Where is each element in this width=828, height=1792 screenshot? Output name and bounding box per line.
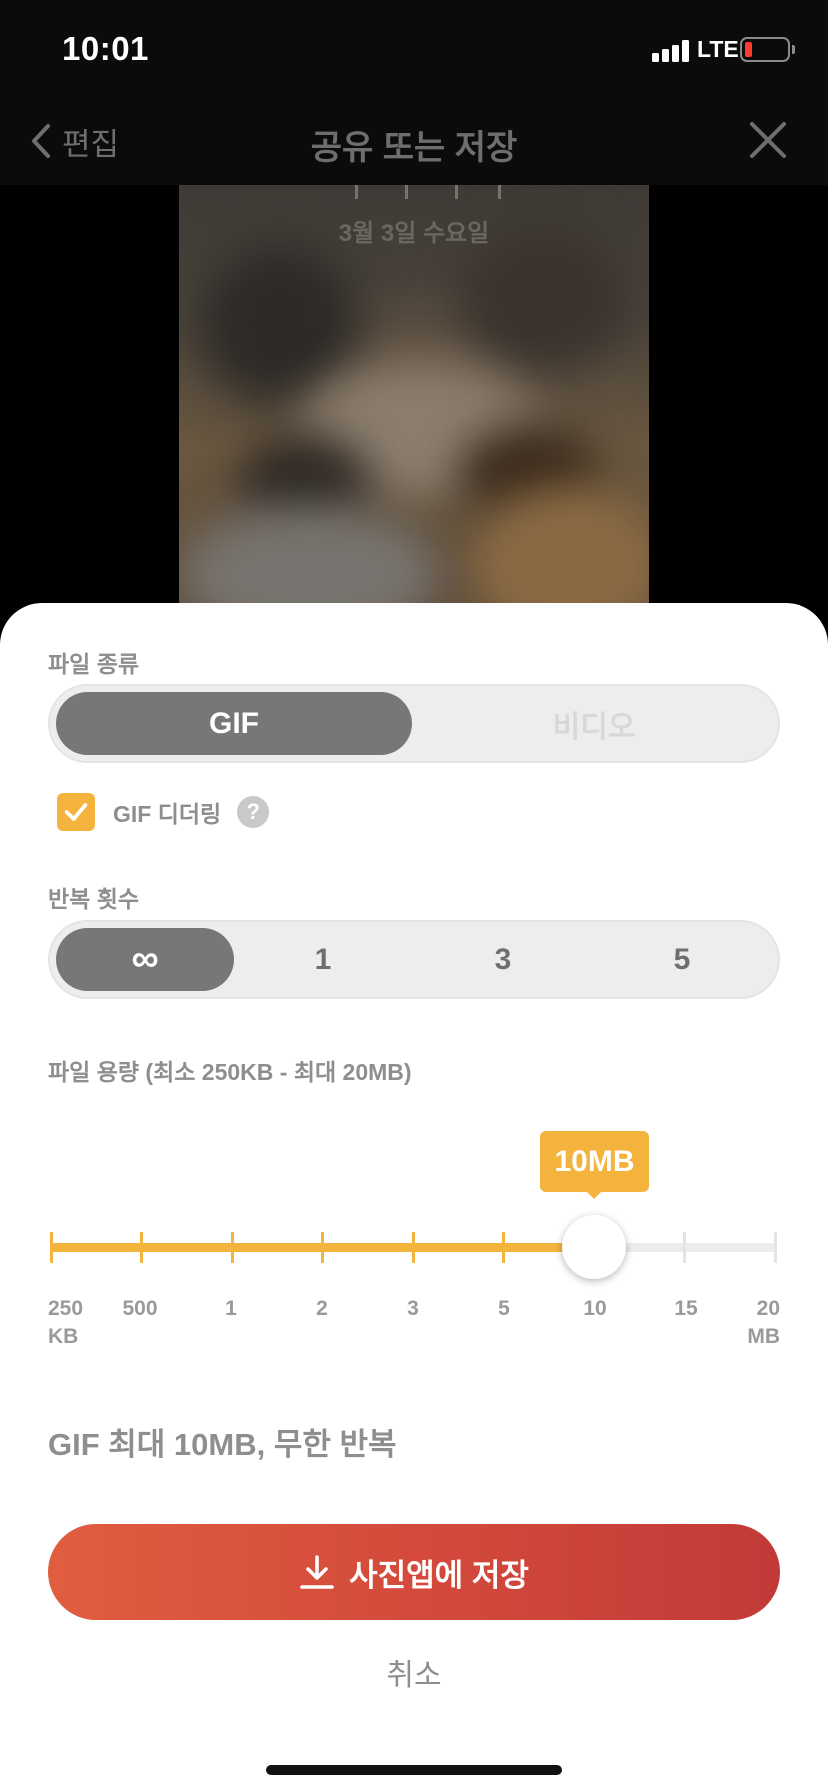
tick-label-15: 15 — [674, 1297, 698, 1320]
status-bar: 10:01 LTE — [0, 0, 828, 100]
screen: 10:01 LTE 편집 공유 또는 저장 3월 3일 수요일 파일 종류 GI… — [0, 0, 828, 1792]
tick-label-1: 1 — [225, 1297, 237, 1320]
save-to-photos-button[interactable]: 사진앱에 저장 — [48, 1524, 780, 1620]
slider-tick — [683, 1232, 686, 1263]
network-type: LTE — [697, 36, 739, 62]
gif-dithering-label: GIF 디더링 — [113, 801, 222, 827]
file-type-segmented-control: GIF 비디오 — [48, 684, 780, 763]
cancel-button[interactable]: 취소 — [0, 1650, 828, 1694]
download-icon — [300, 1555, 334, 1589]
file-size-value-tooltip: 10MB — [540, 1131, 649, 1192]
preview-ticks — [179, 185, 649, 199]
repeat-3-option[interactable]: 3 — [414, 928, 592, 991]
tick-label-2: 2 — [316, 1297, 328, 1320]
help-icon[interactable]: ? — [237, 796, 270, 828]
tick-label-5: 5 — [498, 1297, 510, 1320]
tick-label-10: 10 — [583, 1297, 607, 1320]
repeat-5-option[interactable]: 5 — [593, 928, 771, 991]
gif-preview-image: 3월 3일 수요일 — [179, 185, 649, 625]
repeat-count-segmented-control: ∞ 1 3 5 — [48, 920, 780, 999]
tooltip-arrow — [586, 1191, 602, 1199]
battery-icon — [740, 37, 790, 62]
gif-dithering-row: GIF 디더링 ? — [57, 792, 270, 832]
slider-tick — [140, 1232, 143, 1263]
tick-label-500: 500 — [122, 1297, 158, 1320]
status-time: 10:01 — [62, 30, 149, 67]
tick-label-3: 3 — [407, 1297, 419, 1320]
slider-tick — [231, 1232, 234, 1263]
export-summary: GIF 최대 10MB, 무한 반복 — [48, 1427, 397, 1462]
file-size-slider-thumb[interactable] — [562, 1215, 626, 1279]
page-title: 공유 또는 저장 — [310, 129, 518, 167]
file-type-video-option[interactable]: 비디오 — [416, 692, 772, 755]
slider-tick — [774, 1232, 777, 1263]
tick-label-20mb: 20 MB — [747, 1297, 780, 1348]
preview-date-text: 3월 3일 수요일 — [338, 220, 490, 247]
cellular-signal-icon — [652, 40, 692, 62]
slider-tick — [502, 1232, 505, 1263]
nav-bar: 편집 공유 또는 저장 — [0, 100, 828, 185]
close-icon[interactable] — [748, 120, 788, 160]
battery-tip — [792, 45, 795, 54]
gif-dithering-checkbox[interactable] — [57, 793, 95, 831]
repeat-1-option[interactable]: 1 — [234, 928, 412, 991]
file-type-gif-option[interactable]: GIF — [56, 692, 412, 755]
repeat-count-label: 반복 횟수 — [48, 886, 140, 912]
file-size-label: 파일 용량 (최소 250KB - 최대 20MB) — [48, 1059, 412, 1085]
home-indicator — [266, 1765, 562, 1775]
repeat-infinite-option[interactable]: ∞ — [56, 928, 234, 991]
tick-label-250kb: 250 KB — [48, 1297, 84, 1348]
slider-tick — [321, 1232, 324, 1263]
save-button-label: 사진앱에 저장 — [349, 1557, 529, 1593]
slider-tick — [50, 1232, 53, 1263]
checkmark-icon — [64, 803, 88, 821]
slider-tick — [412, 1232, 415, 1263]
file-type-label: 파일 종류 — [48, 651, 140, 677]
